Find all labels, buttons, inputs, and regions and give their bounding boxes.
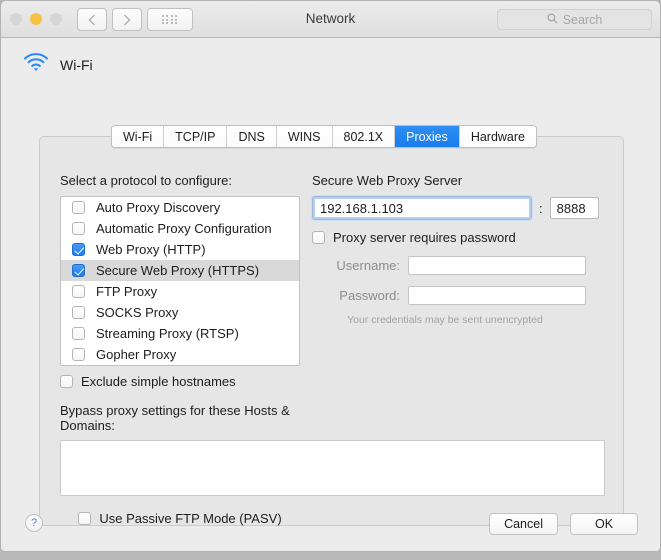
- list-item[interactable]: Auto Proxy Discovery: [61, 197, 299, 218]
- proxies-panel: Select a protocol to configure: Auto Pro…: [39, 136, 624, 526]
- checkbox-gopher-proxy[interactable]: [72, 348, 85, 361]
- checkbox-exclude-simple-hostnames[interactable]: [60, 375, 73, 388]
- tab-8021x[interactable]: 802.1X: [332, 126, 396, 147]
- protocol-list[interactable]: Auto Proxy Discovery Automatic Proxy Con…: [60, 196, 300, 366]
- list-item-label: Automatic Proxy Configuration: [96, 221, 272, 236]
- exclude-simple-hostnames-label: Exclude simple hostnames: [81, 374, 236, 389]
- list-item[interactable]: Secure Web Proxy (HTTPS): [61, 260, 299, 281]
- list-item-label: Web Proxy (HTTP): [96, 242, 206, 257]
- exclude-simple-hostnames-row[interactable]: Exclude simple hostnames: [60, 374, 300, 389]
- window-footer: ? Cancel OK: [1, 486, 660, 551]
- password-label: Password:: [339, 288, 400, 303]
- window-body: Wi-Fi Wi-Fi TCP/IP DNS WINS 802.1X Proxi…: [1, 38, 660, 551]
- settings-tab-bar: Wi-Fi TCP/IP DNS WINS 802.1X Proxies Har…: [111, 125, 537, 148]
- checkbox-streaming-proxy-rtsp[interactable]: [72, 327, 85, 340]
- port-separator: :: [539, 200, 543, 216]
- tab-dns[interactable]: DNS: [227, 126, 277, 147]
- protocol-list-heading: Select a protocol to configure:: [60, 173, 232, 188]
- proxy-server-input[interactable]: 192.168.1.103: [312, 196, 532, 220]
- bypass-list-label: Bypass proxy settings for these Hosts & …: [60, 403, 290, 433]
- tab-wins[interactable]: WINS: [276, 126, 333, 147]
- checkbox-auto-proxy-discovery[interactable]: [72, 201, 85, 214]
- help-button[interactable]: ?: [25, 514, 43, 532]
- protocol-column: Select a protocol to configure: Auto Pro…: [60, 173, 605, 526]
- search-placeholder: Search: [562, 12, 603, 27]
- search-input[interactable]: Search: [497, 9, 652, 30]
- search-icon: [547, 11, 558, 29]
- proxy-config-column: Secure Web Proxy Server 192.168.1.103 : …: [312, 173, 607, 326]
- server-and-port-row: 192.168.1.103 : 8888: [312, 196, 607, 220]
- username-input[interactable]: [408, 256, 586, 275]
- ok-button[interactable]: OK: [570, 513, 638, 535]
- cancel-button[interactable]: Cancel: [489, 513, 558, 535]
- list-item[interactable]: FTP Proxy: [61, 281, 299, 302]
- list-item[interactable]: Gopher Proxy: [61, 344, 299, 365]
- tab-wifi[interactable]: Wi-Fi: [112, 126, 165, 147]
- username-label: Username:: [336, 258, 400, 273]
- list-item-label: Auto Proxy Discovery: [96, 200, 221, 215]
- list-item-label: Secure Web Proxy (HTTPS): [96, 263, 260, 278]
- window-titlebar: Network Search: [1, 1, 660, 38]
- tab-tcpip[interactable]: TCP/IP: [164, 126, 228, 147]
- list-item[interactable]: Web Proxy (HTTP): [61, 239, 299, 260]
- network-preferences-window: Network Search Wi-Fi Wi-Fi TCP/IP DNS WI…: [0, 0, 661, 552]
- password-input[interactable]: [408, 286, 586, 305]
- proxy-config-heading: Secure Web Proxy Server: [312, 173, 463, 188]
- checkbox-proxy-requires-password[interactable]: [312, 231, 325, 244]
- requires-password-row[interactable]: Proxy server requires password: [312, 230, 607, 245]
- checkbox-web-proxy-http[interactable]: [72, 243, 85, 256]
- checkbox-automatic-proxy-configuration[interactable]: [72, 222, 85, 235]
- wifi-icon: [23, 52, 49, 77]
- list-item[interactable]: Streaming Proxy (RTSP): [61, 323, 299, 344]
- service-header: Wi-Fi: [23, 52, 93, 77]
- list-item-label: Streaming Proxy (RTSP): [96, 326, 239, 341]
- list-item-label: Gopher Proxy: [96, 347, 177, 362]
- tab-proxies[interactable]: Proxies: [395, 126, 460, 147]
- requires-password-label: Proxy server requires password: [333, 230, 516, 245]
- checkbox-secure-web-proxy-https[interactable]: [72, 264, 85, 277]
- username-row: Username:: [312, 256, 607, 275]
- password-row: Password:: [312, 286, 607, 305]
- credentials-warning-note: Your credentials may be sent unencrypted: [347, 314, 543, 326]
- service-name: Wi-Fi: [60, 56, 93, 73]
- checkbox-socks-proxy[interactable]: [72, 306, 85, 319]
- dialog-buttons: Cancel OK: [489, 513, 638, 535]
- list-item-label: SOCKS Proxy: [96, 305, 179, 320]
- list-item[interactable]: SOCKS Proxy: [61, 302, 299, 323]
- list-item-label: FTP Proxy: [96, 284, 158, 299]
- list-item[interactable]: Automatic Proxy Configuration: [61, 218, 299, 239]
- checkbox-ftp-proxy[interactable]: [72, 285, 85, 298]
- tab-hardware[interactable]: Hardware: [459, 126, 536, 147]
- proxy-port-input[interactable]: 8888: [549, 197, 599, 219]
